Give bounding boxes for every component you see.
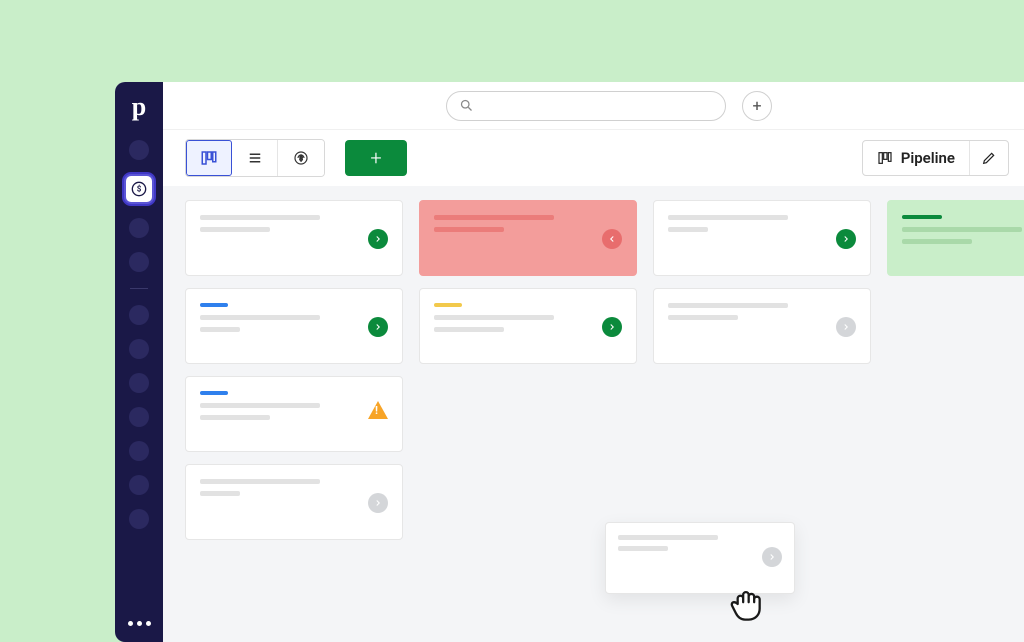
pipeline-label: Pipeline — [901, 149, 955, 167]
status-icon-next — [602, 317, 622, 337]
deal-card-won[interactable] — [887, 200, 1024, 276]
deal-card[interactable] — [185, 464, 403, 540]
warning-icon — [368, 401, 388, 419]
sidebar-more-button[interactable] — [128, 621, 151, 626]
view-list-button[interactable] — [232, 140, 278, 176]
deal-card[interactable] — [653, 200, 871, 276]
sidebar: p $ — [115, 82, 163, 642]
deal-card[interactable] — [185, 376, 403, 452]
sidebar-item[interactable] — [129, 407, 149, 427]
quick-add-button[interactable]: + — [742, 91, 772, 121]
kanban-icon — [200, 149, 218, 167]
kanban-board — [163, 186, 1024, 642]
sidebar-item[interactable] — [129, 441, 149, 461]
sidebar-item[interactable] — [129, 475, 149, 495]
status-icon-none — [368, 493, 388, 513]
sidebar-nav: $ — [115, 140, 163, 529]
status-icon-none — [836, 317, 856, 337]
forecast-icon: $ — [292, 149, 310, 167]
deal-card[interactable] — [653, 288, 871, 364]
view-switcher: $ — [185, 139, 325, 177]
sidebar-item[interactable] — [129, 305, 149, 325]
search-icon — [459, 98, 474, 113]
pipeline-edit-button[interactable] — [970, 141, 1008, 175]
sidebar-divider — [130, 288, 148, 289]
view-kanban-button[interactable] — [186, 140, 232, 176]
sidebar-item-deals[interactable]: $ — [124, 174, 154, 204]
deal-card[interactable] — [419, 288, 637, 364]
currency-dollar-icon: $ — [131, 181, 147, 197]
pipeline-stage-column[interactable] — [887, 200, 1024, 642]
pipeline-icon — [877, 150, 893, 166]
deal-card[interactable] — [185, 200, 403, 276]
sidebar-item[interactable] — [129, 373, 149, 393]
pipeline-selector: Pipeline — [862, 140, 1009, 176]
view-forecast-button[interactable]: $ — [278, 140, 324, 176]
toolbar: $ + Pipeline — [163, 130, 1024, 186]
status-icon-next — [836, 229, 856, 249]
sidebar-item[interactable] — [129, 339, 149, 359]
sidebar-item[interactable] — [129, 140, 149, 160]
pipeline-stage-column[interactable] — [185, 200, 403, 642]
topbar: + — [163, 82, 1024, 130]
status-icon-none — [762, 547, 782, 567]
sidebar-item[interactable] — [129, 218, 149, 238]
pipeline-dropdown[interactable]: Pipeline — [863, 141, 970, 175]
status-icon-overdue — [602, 229, 622, 249]
deal-card-rotting[interactable] — [419, 200, 637, 276]
main-content: + $ + Pipeline — [163, 82, 1024, 642]
deal-card[interactable] — [185, 288, 403, 364]
pencil-icon — [981, 150, 997, 166]
sidebar-item[interactable] — [129, 509, 149, 529]
status-icon-next — [368, 317, 388, 337]
sidebar-item[interactable] — [129, 252, 149, 272]
app-window: p $ + — [115, 82, 1024, 642]
list-icon — [246, 149, 264, 167]
status-icon-next — [368, 229, 388, 249]
add-deal-button[interactable]: + — [345, 140, 407, 176]
app-logo[interactable]: p — [132, 92, 146, 122]
grab-cursor-icon — [723, 582, 763, 622]
svg-text:$: $ — [137, 185, 142, 194]
svg-text:$: $ — [299, 155, 303, 162]
search-input[interactable] — [446, 91, 726, 121]
